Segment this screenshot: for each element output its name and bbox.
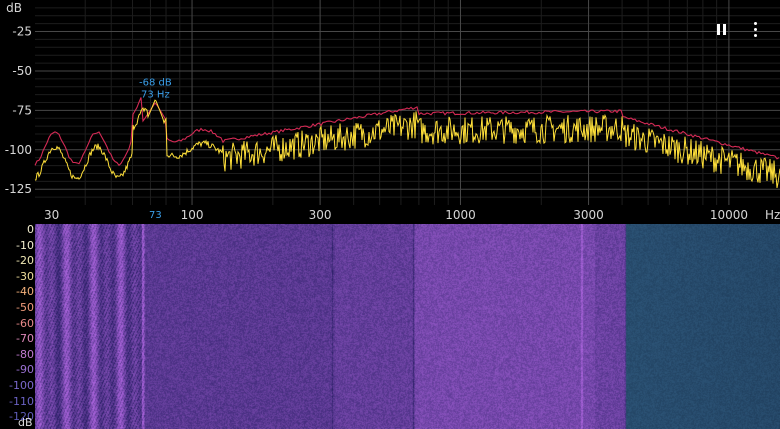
peak-freq-marker: 73 (149, 210, 162, 221)
peak-hz-label: 73 Hz (141, 89, 170, 100)
db-tick-label: -100 (5, 143, 32, 157)
more-vert-icon-dot (753, 33, 757, 37)
spectrogram-db-tick: -90 (16, 363, 34, 377)
spectrogram-db-tick: -40 (16, 285, 34, 299)
spectrogram-db-tick: 0 (27, 223, 34, 236)
spectrogram-db-tick: -60 (16, 316, 34, 330)
spectrum-plot[interactable]: -25 -50 -75 -100 -125 30 100 300 1000 3000 10000 dB… (0, 0, 780, 222)
db-tick-label: -25 (12, 25, 32, 39)
spectrogram-db-tick: -30 (16, 269, 34, 283)
pause-button[interactable] (710, 18, 732, 40)
db-tick-label: -75 (12, 103, 32, 117)
freq-tick-label: 300 (309, 208, 332, 222)
freq-tick-label: 10000 (710, 208, 748, 222)
freq-tick-label: 3000 (573, 208, 604, 222)
freq-tick-label: 100 (181, 208, 204, 222)
spectrogram-db-tick: -80 (16, 347, 34, 361)
spectrogram-db-unit: dB (18, 416, 33, 429)
pause-icon-bar (722, 23, 726, 35)
more-vert-icon (753, 21, 757, 25)
db-unit-label: dB (6, 1, 22, 15)
spectrum-analyzer: -25 -50 -75 -100 -125 30 100 300 1000 3000 10000 dB… (0, 0, 780, 429)
spectrogram-db-tick: -100 (9, 379, 34, 392)
spectrogram-db-tick: -10 (16, 238, 34, 252)
pause-icon (716, 23, 720, 35)
spectrogram-panel: 0 -10 -20 -30 -40 -50 -60 -70 -80 -90 -100 -110 -120… (0, 222, 780, 429)
freq-tick-label: 1000 (445, 208, 476, 222)
db-tick-label: -125 (5, 182, 32, 196)
more-vert-icon-dot (753, 27, 757, 31)
spectrogram-image[interactable] (35, 224, 780, 429)
hz-unit-label: Hz (765, 208, 780, 222)
spectrogram-db-tick: -110 (9, 394, 34, 408)
freq-tick-label: 30 (44, 208, 59, 222)
spectrogram-db-tick: -70 (16, 332, 34, 346)
spectrogram-db-tick: -50 (16, 301, 34, 314)
more-menu-button[interactable] (744, 18, 766, 40)
peak-db-label: -68 dB (139, 77, 172, 88)
spectrogram-db-tick: -20 (16, 254, 34, 268)
db-tick-label: -50 (12, 64, 32, 78)
